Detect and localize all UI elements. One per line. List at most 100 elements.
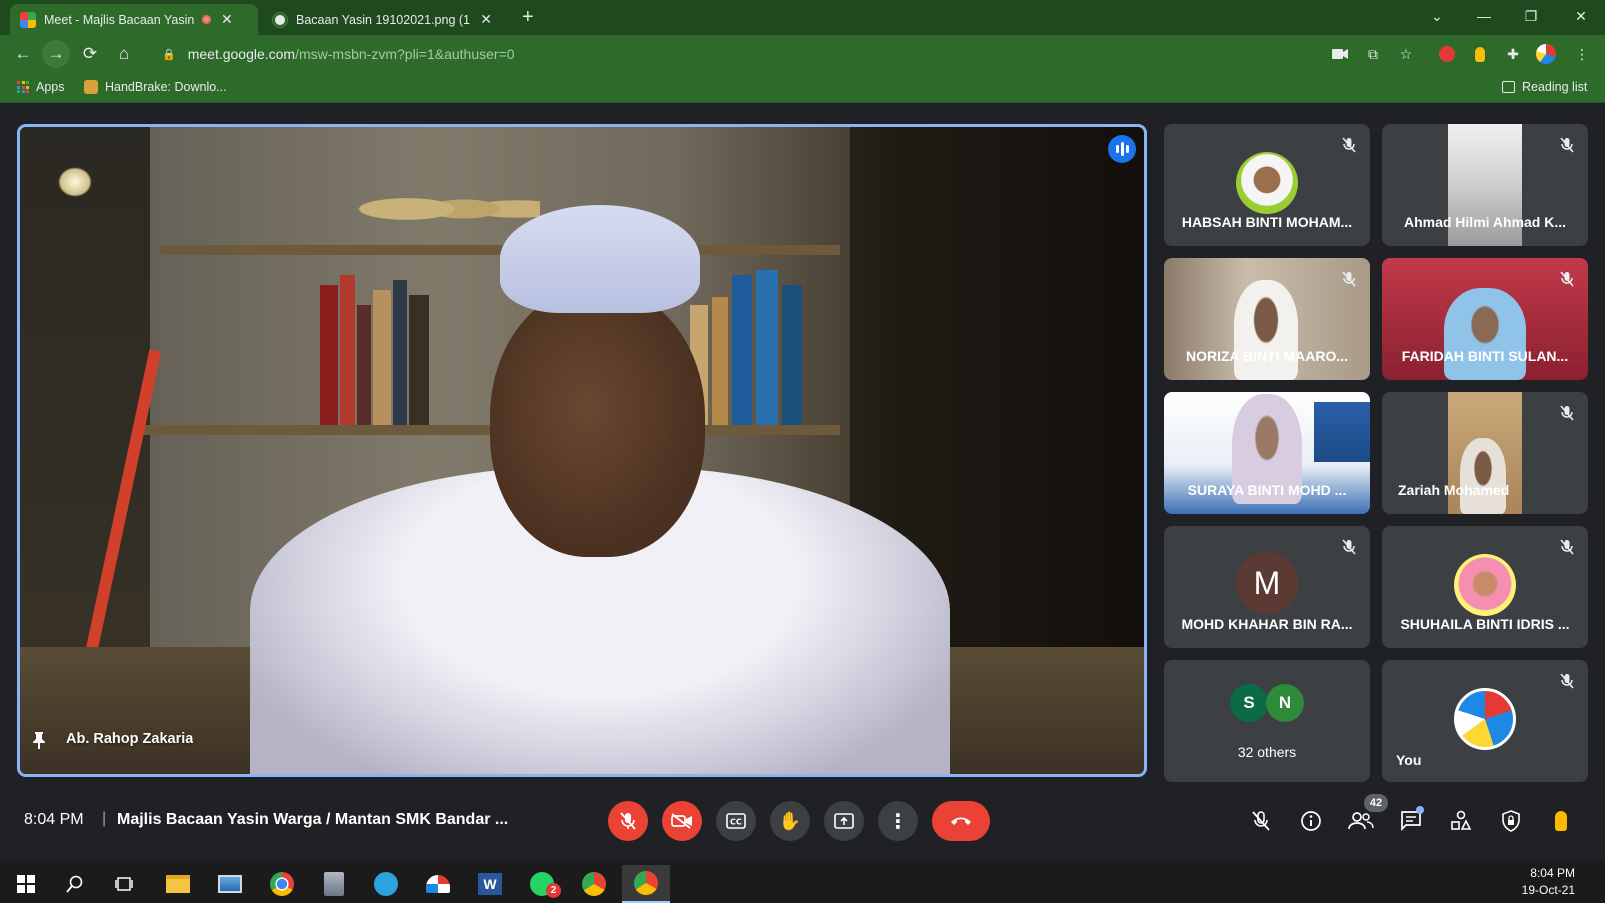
chrome-menu-icon[interactable]: ⋮ xyxy=(1572,44,1592,64)
more-vert-icon: ⋮ xyxy=(888,810,908,833)
reading-list-button[interactable]: Reading list xyxy=(1502,80,1587,94)
participant-name: HABSAH BINTI MOHAM... xyxy=(1181,214,1353,230)
speaker-name: Ab. Rahop Zakaria xyxy=(66,731,194,747)
participant-name: Zariah Mohamed xyxy=(1398,482,1510,498)
tab-image[interactable]: Bacaan Yasin 19102021.png (192 ✕ xyxy=(262,4,502,35)
back-arrow-icon[interactable]: ← xyxy=(9,40,37,68)
participant-avatar xyxy=(1236,152,1298,214)
tab-meet[interactable]: Meet - Majlis Bacaan Yasin W ✕ xyxy=(10,4,258,35)
address-bar[interactable]: 🔒 meet.google.com/msw-msbn-zvm?pli=1&aut… xyxy=(148,39,1403,69)
open-external-icon[interactable]: ⧉ xyxy=(1363,44,1383,64)
self-label: You xyxy=(1396,752,1422,768)
minimize-button[interactable]: — xyxy=(1461,0,1507,32)
globe-icon xyxy=(272,11,288,28)
present-icon xyxy=(834,813,854,829)
new-tab-button[interactable]: + xyxy=(522,6,534,29)
app-icon[interactable] xyxy=(310,865,358,903)
host-controls-icon[interactable] xyxy=(1494,804,1528,838)
forward-arrow-icon[interactable]: → xyxy=(42,40,70,68)
windows-taskbar: W 2 8:04 PM 19-Oct-21 xyxy=(0,861,1605,903)
extension-bulb-icon[interactable] xyxy=(1544,804,1578,838)
books-left xyxy=(320,267,440,425)
tab-title: Bacaan Yasin 19102021.png (192 xyxy=(296,12,471,27)
participant-video xyxy=(1444,288,1526,380)
system-clock[interactable]: 8:04 PM 19-Oct-21 xyxy=(1522,865,1575,899)
shelf-ornaments xyxy=(350,179,540,239)
mic-off-icon xyxy=(1556,402,1578,424)
extensions-puzzle-icon[interactable]: ✚ xyxy=(1503,44,1523,64)
participant-tile[interactable]: SURAYA BINTI MOHD ... xyxy=(1164,392,1370,514)
others-count-label: 32 others xyxy=(1237,744,1297,760)
whatsapp-badge: 2 xyxy=(546,883,561,898)
captions-button[interactable]: CC xyxy=(716,801,756,841)
hand-icon: ✋ xyxy=(778,810,802,831)
leave-call-button[interactable] xyxy=(932,801,990,841)
windows-start-icon[interactable] xyxy=(2,865,50,903)
reading-list-icon xyxy=(1502,81,1515,93)
hang-up-icon xyxy=(951,817,971,825)
close-tab-icon[interactable]: ✕ xyxy=(480,11,492,28)
chrome-profile-icon[interactable] xyxy=(570,865,618,903)
app-umbrella-icon[interactable] xyxy=(414,865,462,903)
profile-avatar-icon[interactable] xyxy=(1536,44,1556,64)
participant-tile[interactable]: Zariah Mohamed xyxy=(1382,392,1588,514)
participant-video xyxy=(1234,280,1298,380)
task-view-icon[interactable] xyxy=(100,865,148,903)
participant-tile[interactable]: NORIZA BINTI MAARO... xyxy=(1164,258,1370,380)
activities-icon[interactable] xyxy=(1444,804,1478,838)
captions-icon: CC xyxy=(726,813,746,829)
whatsapp-icon[interactable]: 2 xyxy=(518,865,566,903)
bookmark-handbrake[interactable]: HandBrake: Downlo... xyxy=(84,80,227,94)
mic-toggle-button[interactable] xyxy=(608,801,648,841)
meet-favicon-icon xyxy=(20,11,36,28)
bookmark-star-icon[interactable]: ☆ xyxy=(1396,44,1416,64)
chrome-active-icon[interactable] xyxy=(622,865,670,903)
pin-icon[interactable] xyxy=(32,731,46,754)
meeting-info-icon[interactable] xyxy=(1294,804,1328,838)
camera-icon[interactable] xyxy=(1330,44,1350,64)
file-explorer-icon[interactable] xyxy=(154,865,202,903)
home-icon[interactable]: ⌂ xyxy=(110,40,138,68)
extension-red-icon[interactable] xyxy=(1437,44,1457,64)
more-options-button[interactable]: ⋮ xyxy=(878,801,918,841)
clock-date: 19-Oct-21 xyxy=(1521,883,1575,897)
camera-toggle-button[interactable] xyxy=(662,801,702,841)
search-icon[interactable] xyxy=(51,865,99,903)
extension-bulb-icon[interactable] xyxy=(1470,44,1490,64)
remote-desktop-icon[interactable] xyxy=(206,865,254,903)
books-right xyxy=(690,267,830,425)
present-screen-button[interactable] xyxy=(824,801,864,841)
bookmark-apps[interactable]: Apps xyxy=(17,80,65,94)
other-initial-avatar: S xyxy=(1230,684,1268,722)
participant-name: NORIZA BINTI MAARO... xyxy=(1185,348,1349,364)
main-speaker-tile[interactable]: Ab. Rahop Zakaria xyxy=(17,124,1147,777)
participant-tile[interactable]: HABSAH BINTI MOHAM... xyxy=(1164,124,1370,246)
chrome-icon[interactable] xyxy=(258,865,306,903)
shared-banner xyxy=(1314,402,1370,462)
people-count-badge: 42 xyxy=(1364,794,1388,812)
participant-tile[interactable]: SHUHAILA BINTI IDRIS ... xyxy=(1382,526,1588,648)
reload-icon[interactable]: ⟳ xyxy=(76,40,104,68)
participant-tile[interactable]: FARIDAH BINTI SULAN... xyxy=(1382,258,1588,380)
url-host: meet.google.com xyxy=(187,46,296,62)
raise-hand-button[interactable]: ✋ xyxy=(770,801,810,841)
bookmark-label: Apps xyxy=(36,80,65,94)
chat-button[interactable] xyxy=(1394,804,1428,838)
word-icon[interactable]: W xyxy=(466,865,514,903)
participant-tile[interactable]: Ahmad Hilmi Ahmad K... xyxy=(1382,124,1588,246)
participant-tile[interactable]: M MOHD KHAHAR BIN RA... xyxy=(1164,526,1370,648)
mic-off-icon xyxy=(620,812,636,830)
restore-button[interactable]: ❐ xyxy=(1508,0,1554,32)
tab-search-chevron-icon[interactable]: ⌄ xyxy=(1414,0,1460,32)
close-tab-icon[interactable]: ✕ xyxy=(221,11,233,28)
other-initial-avatar: N xyxy=(1266,684,1304,722)
meeting-control-bar: 8:04 PM | Majlis Bacaan Yasin Warga / Ma… xyxy=(0,790,1605,850)
telegram-icon[interactable] xyxy=(362,865,410,903)
mic-off-icon xyxy=(1338,134,1360,156)
window-close-button[interactable]: ✕ xyxy=(1558,0,1604,32)
others-tile[interactable]: S N 32 others xyxy=(1164,660,1370,782)
people-button[interactable]: 42 xyxy=(1344,794,1388,838)
mic-off-icon xyxy=(1338,268,1360,290)
mute-all-icon[interactable] xyxy=(1244,804,1278,838)
self-tile[interactable]: You xyxy=(1382,660,1588,782)
